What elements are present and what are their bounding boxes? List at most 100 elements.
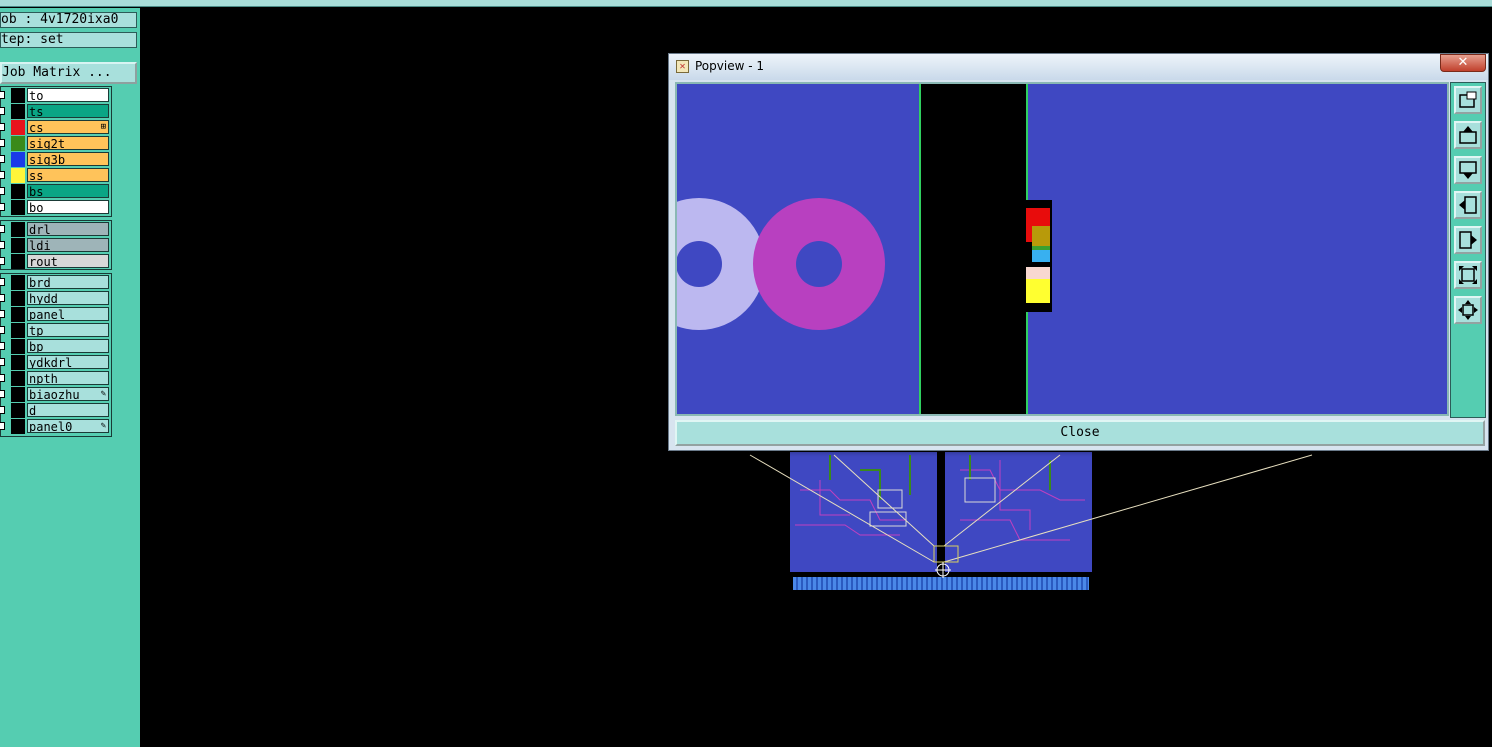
popview-titlebar[interactable]: ✕ Popview - 1 ✕ <box>669 54 1488 80</box>
layer-checkbox[interactable] <box>0 171 5 179</box>
layer-row-drl[interactable]: drl <box>0 222 111 237</box>
layer-row-bs[interactable]: bs <box>0 184 111 199</box>
layer-row-bp[interactable]: bp <box>0 339 111 354</box>
layer-checkbox[interactable] <box>0 422 5 430</box>
layer-color-swatch[interactable] <box>11 254 25 269</box>
layer-row-rout[interactable]: rout <box>0 254 111 269</box>
popview-close-button[interactable]: Close <box>675 420 1485 446</box>
layer-checkbox[interactable] <box>0 342 5 350</box>
layer-checkbox[interactable] <box>0 155 5 163</box>
layer-name[interactable]: ts <box>27 104 109 118</box>
layer-checkbox[interactable] <box>0 203 5 211</box>
layer-color-swatch[interactable] <box>11 136 25 151</box>
layer-name[interactable]: panel0 ✎ <box>27 419 109 433</box>
layer-name[interactable]: cs ⊞ <box>27 120 109 134</box>
layer-color-swatch[interactable] <box>11 403 25 418</box>
layer-color-swatch[interactable] <box>11 355 25 370</box>
layer-row-ldi[interactable]: ldi <box>0 238 111 253</box>
layer-color-swatch[interactable] <box>11 307 25 322</box>
layer-color-swatch[interactable] <box>11 323 25 338</box>
layer-color-swatch[interactable] <box>11 222 25 237</box>
zoom-home-icon[interactable] <box>1454 296 1482 324</box>
layer-name[interactable]: rout <box>27 254 109 268</box>
layer-panel: ob : 4v1720ixa0 tep: set Job Matrix ... … <box>0 8 140 747</box>
layer-color-swatch[interactable] <box>11 104 25 119</box>
layer-row-sig3b[interactable]: sig3b <box>0 152 111 167</box>
layer-row-biaozhu[interactable]: biaozhu ✎ <box>0 387 111 402</box>
layer-color-swatch[interactable] <box>11 419 25 434</box>
layer-checkbox[interactable] <box>0 294 5 302</box>
zoom-window-icon[interactable] <box>1454 86 1482 114</box>
layer-name[interactable]: biaozhu ✎ <box>27 387 109 401</box>
layer-checkbox[interactable] <box>0 241 5 249</box>
layer-name[interactable]: sig3b <box>27 152 109 166</box>
layer-row-panel[interactable]: panel <box>0 307 111 322</box>
layer-name[interactable]: ydkdrl <box>27 355 109 369</box>
layer-row-bo[interactable]: bo <box>0 200 111 215</box>
layer-checkbox[interactable] <box>0 406 5 414</box>
layer-color-swatch[interactable] <box>11 200 25 215</box>
layer-row-d[interactable]: d <box>0 403 111 418</box>
layer-row-cs[interactable]: cs ⊞ <box>0 120 111 135</box>
layer-row-ydkdrl[interactable]: ydkdrl <box>0 355 111 370</box>
layer-row-brd[interactable]: brd <box>0 275 111 290</box>
layer-name[interactable]: hydd <box>27 291 109 305</box>
popview-toolbar <box>1450 82 1486 418</box>
layer-name[interactable]: tp <box>27 323 109 337</box>
layer-row-npth[interactable]: npth <box>0 371 111 386</box>
layer-row-tp[interactable]: tp <box>0 323 111 338</box>
pan-down-icon[interactable] <box>1454 156 1482 184</box>
slot-cutout <box>919 84 1027 414</box>
layer-checkbox[interactable] <box>0 107 5 115</box>
layer-checkbox[interactable] <box>0 91 5 99</box>
layer-name[interactable]: sig2t <box>27 136 109 150</box>
layer-name[interactable]: brd <box>27 275 109 289</box>
layer-checkbox[interactable] <box>0 278 5 286</box>
layer-checkbox[interactable] <box>0 358 5 366</box>
layer-checkbox[interactable] <box>0 310 5 318</box>
layer-color-swatch[interactable] <box>11 275 25 290</box>
zoom-fit-icon[interactable] <box>1454 261 1482 289</box>
layer-row-ts[interactable]: ts <box>0 104 111 119</box>
layer-name[interactable]: bp <box>27 339 109 353</box>
layer-name[interactable]: bs <box>27 184 109 198</box>
layer-name[interactable]: drl <box>27 222 109 236</box>
layer-checkbox[interactable] <box>0 123 5 131</box>
layer-flag-icon: ✎ <box>100 389 106 399</box>
layer-color-swatch[interactable] <box>11 120 25 135</box>
layer-color-swatch[interactable] <box>11 387 25 402</box>
layer-row-ss[interactable]: ss <box>0 168 111 183</box>
layer-checkbox[interactable] <box>0 225 5 233</box>
layer-name[interactable]: ldi <box>27 238 109 252</box>
window-close-button[interactable]: ✕ <box>1440 54 1486 72</box>
layer-name[interactable]: d <box>27 403 109 417</box>
job-matrix-button[interactable]: Job Matrix ... <box>0 62 137 84</box>
layer-checkbox[interactable] <box>0 390 5 398</box>
layer-color-swatch[interactable] <box>11 184 25 199</box>
layer-name[interactable]: bo <box>27 200 109 214</box>
layer-color-swatch[interactable] <box>11 291 25 306</box>
layer-row-hydd[interactable]: hydd <box>0 291 111 306</box>
layer-name[interactable]: npth <box>27 371 109 385</box>
layer-color-swatch[interactable] <box>11 339 25 354</box>
layer-row-sig2t[interactable]: sig2t <box>0 136 111 151</box>
layer-name[interactable]: ss <box>27 168 109 182</box>
layer-color-swatch[interactable] <box>11 371 25 386</box>
pan-left-icon[interactable] <box>1454 191 1482 219</box>
layer-name[interactable]: to <box>27 88 109 102</box>
layer-row-panel0[interactable]: panel0 ✎ <box>0 419 111 434</box>
layer-checkbox[interactable] <box>0 139 5 147</box>
layer-color-swatch[interactable] <box>11 168 25 183</box>
popview-canvas[interactable] <box>675 82 1449 416</box>
layer-checkbox[interactable] <box>0 187 5 195</box>
layer-checkbox[interactable] <box>0 257 5 265</box>
layer-row-to[interactable]: to <box>0 88 111 103</box>
layer-name[interactable]: panel <box>27 307 109 321</box>
pan-right-icon[interactable] <box>1454 226 1482 254</box>
layer-checkbox[interactable] <box>0 374 5 382</box>
layer-color-swatch[interactable] <box>11 238 25 253</box>
layer-color-swatch[interactable] <box>11 152 25 167</box>
layer-checkbox[interactable] <box>0 326 5 334</box>
layer-color-swatch[interactable] <box>11 88 25 103</box>
pan-up-icon[interactable] <box>1454 121 1482 149</box>
